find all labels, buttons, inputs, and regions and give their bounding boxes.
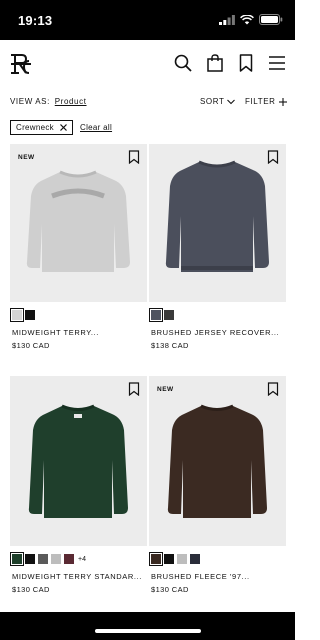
color-swatch[interactable] <box>10 308 24 322</box>
color-swatch[interactable] <box>164 554 174 564</box>
search-button[interactable] <box>172 52 194 74</box>
plus-icon <box>278 97 287 106</box>
rc-monogram-logo[interactable] <box>9 52 33 76</box>
sort-label: SORT <box>200 97 225 106</box>
bookmark-icon[interactable] <box>128 150 140 164</box>
color-swatches <box>149 308 174 322</box>
product-price: $138 CAD <box>151 341 189 350</box>
filter-button[interactable]: FILTER <box>245 97 287 106</box>
product-name[interactable]: MIDWEIGHT TERRY... <box>12 328 99 337</box>
wifi-icon <box>240 14 254 24</box>
sweatshirt-image <box>167 404 267 518</box>
cart-button[interactable] <box>204 52 226 74</box>
filter-chip-crewneck[interactable]: Crewneck <box>10 120 73 135</box>
new-badge: NEW <box>18 154 35 161</box>
status-bar: 19:13 <box>0 0 295 40</box>
cellular-signal-icon <box>219 14 235 25</box>
color-swatch[interactable] <box>190 554 200 564</box>
sort-button[interactable]: SORT <box>200 97 236 106</box>
view-as-label: VIEW AS: <box>10 97 50 106</box>
color-swatch[interactable] <box>64 554 74 564</box>
product-card[interactable]: +4 MIDWEIGHT TERRY STANDAR... $130 CAD <box>10 376 147 608</box>
close-icon[interactable] <box>60 124 67 131</box>
filter-chip-label: Crewneck <box>16 123 54 132</box>
bookmark-icon[interactable] <box>128 382 140 396</box>
view-as-product-link[interactable]: Product <box>55 97 87 106</box>
new-badge: NEW <box>157 386 174 393</box>
color-swatches <box>149 552 200 566</box>
home-indicator[interactable] <box>95 629 201 633</box>
product-price: $130 CAD <box>151 585 189 594</box>
site-header <box>0 40 295 90</box>
product-card[interactable]: NEW MIDWEIGHT TERRY... $130 CAD <box>10 144 147 374</box>
bookmark-icon[interactable] <box>267 382 279 396</box>
sweatshirt-image <box>165 160 269 272</box>
listing-toolbar: VIEW AS: Product SORT FILTER <box>0 92 295 112</box>
view-as: VIEW AS: Product <box>10 97 87 106</box>
product-card[interactable]: NEW BRUSHED FLEECE '97... $130 CAD <box>149 376 286 608</box>
status-icons <box>219 14 283 25</box>
color-swatch[interactable] <box>177 554 187 564</box>
color-swatch[interactable] <box>38 554 48 564</box>
wishlist-button[interactable] <box>235 52 257 74</box>
sweatshirt-image <box>28 404 128 518</box>
product-name[interactable]: BRUSHED JERSEY RECOVER... <box>151 328 279 337</box>
bottom-bar <box>0 612 295 640</box>
status-time: 19:13 <box>18 13 53 28</box>
product-name[interactable]: BRUSHED FLEECE '97... <box>151 572 250 581</box>
color-swatch[interactable] <box>149 308 163 322</box>
product-price: $130 CAD <box>12 341 50 350</box>
battery-icon <box>259 14 283 25</box>
product-image[interactable] <box>10 376 147 546</box>
color-swatch[interactable] <box>25 310 35 320</box>
product-card[interactable]: BRUSHED JERSEY RECOVER... $138 CAD <box>149 144 286 374</box>
sweatshirt-image <box>26 170 130 272</box>
clear-all-link[interactable]: Clear all <box>80 123 112 132</box>
bookmark-icon[interactable] <box>267 150 279 164</box>
color-swatch[interactable] <box>149 552 163 566</box>
filter-label: FILTER <box>245 97 276 106</box>
product-grid: NEW MIDWEIGHT TERRY... $130 CAD BRUSHED … <box>0 144 295 610</box>
color-swatch[interactable] <box>51 554 61 564</box>
color-swatches <box>10 308 35 322</box>
color-swatch[interactable] <box>164 310 174 320</box>
shopping-bag-icon <box>207 54 223 72</box>
product-image[interactable] <box>149 144 286 302</box>
color-swatch[interactable] <box>25 554 35 564</box>
search-icon <box>174 54 192 72</box>
product-image[interactable]: NEW <box>10 144 147 302</box>
menu-button[interactable] <box>266 52 288 74</box>
product-price: $130 CAD <box>12 585 50 594</box>
product-name[interactable]: MIDWEIGHT TERRY STANDAR... <box>12 572 142 581</box>
more-colors-count: +4 <box>78 555 86 563</box>
color-swatch[interactable] <box>10 552 24 566</box>
menu-icon <box>269 56 285 70</box>
bookmark-icon <box>239 54 253 72</box>
chevron-down-icon <box>227 99 236 104</box>
color-swatches: +4 <box>10 552 86 566</box>
product-image[interactable]: NEW <box>149 376 286 546</box>
